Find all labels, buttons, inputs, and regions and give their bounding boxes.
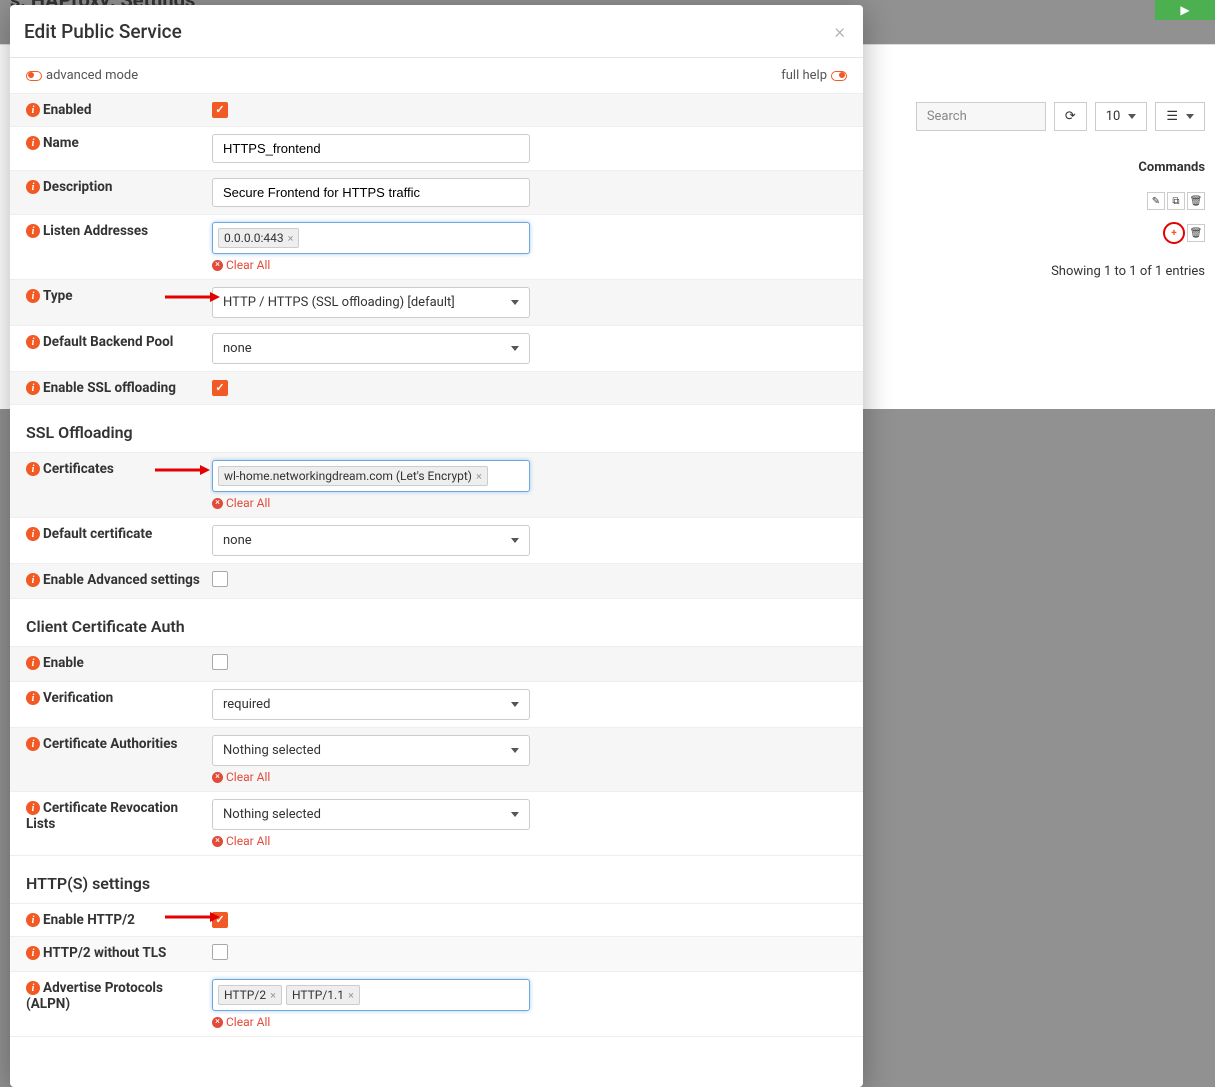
annotation-arrow — [165, 292, 215, 300]
chevron-down-icon — [511, 812, 519, 817]
annotation-arrow — [155, 465, 205, 473]
remove-token-icon[interactable]: × — [288, 232, 294, 245]
remove-token-icon[interactable]: × — [270, 989, 276, 1002]
label-ssl-offloading: Enable SSL offloading — [43, 380, 176, 396]
info-icon[interactable]: i — [26, 981, 40, 995]
annotation-arrow — [165, 912, 215, 920]
enabled-checkbox[interactable]: ✓ — [212, 102, 228, 118]
info-icon[interactable]: i — [26, 224, 40, 238]
clear-icon: × — [212, 772, 223, 783]
advanced-mode-toggle[interactable]: advanced mode — [26, 68, 138, 83]
alpn-token-http2[interactable]: HTTP/2× — [218, 985, 282, 1005]
info-icon[interactable]: i — [26, 946, 40, 960]
label-certificates: Certificates — [43, 461, 114, 477]
label-enable-http2: Enable HTTP/2 — [43, 912, 135, 928]
info-icon[interactable]: i — [26, 335, 40, 349]
ssl-offloading-checkbox[interactable]: ✓ — [212, 380, 228, 396]
label-listen: Listen Addresses — [43, 223, 148, 239]
info-icon[interactable]: i — [26, 381, 40, 395]
chevron-down-icon — [511, 346, 519, 351]
label-ca: Certificate Authorities — [43, 736, 177, 752]
crl-select[interactable]: Nothing selected — [212, 799, 530, 830]
clear-all-ca[interactable]: ×Clear All — [212, 770, 853, 784]
section-https-settings: HTTP(S) settings — [10, 856, 863, 904]
chevron-down-icon — [511, 300, 519, 305]
name-input[interactable] — [212, 134, 530, 163]
clear-all-crl[interactable]: ×Clear All — [212, 834, 853, 848]
info-icon[interactable]: i — [26, 656, 40, 670]
listen-token[interactable]: 0.0.0.0:443× — [218, 228, 299, 248]
ca-select[interactable]: Nothing selected — [212, 735, 530, 766]
alpn-input[interactable]: HTTP/2× HTTP/1.1× — [212, 979, 530, 1011]
label-cca-enable: Enable — [43, 655, 84, 671]
info-icon[interactable]: i — [26, 136, 40, 150]
chevron-down-icon — [511, 538, 519, 543]
info-icon[interactable]: i — [26, 737, 40, 751]
modal-title: Edit Public Service — [24, 20, 182, 43]
info-icon[interactable]: i — [26, 801, 40, 815]
certificate-token[interactable]: wl-home.networkingdream.com (Let's Encry… — [218, 466, 488, 486]
clear-icon: × — [212, 498, 223, 509]
info-icon[interactable]: i — [26, 289, 40, 303]
backend-select[interactable]: none — [212, 333, 530, 364]
http2-checkbox[interactable]: ✓ — [212, 912, 228, 928]
chevron-down-icon — [511, 748, 519, 753]
label-default-cert: Default certificate — [43, 526, 152, 542]
label-crl: Certificate Revocation Lists — [26, 800, 178, 832]
info-icon[interactable]: i — [26, 527, 40, 541]
chevron-down-icon — [511, 702, 519, 707]
label-description: Description — [43, 179, 112, 195]
clear-icon: × — [212, 1017, 223, 1028]
toggle-icon — [831, 71, 847, 81]
info-icon[interactable]: i — [26, 691, 40, 705]
clear-all-certs[interactable]: ×Clear All — [212, 496, 853, 510]
label-type: Type — [43, 288, 73, 304]
info-icon[interactable]: i — [26, 573, 40, 587]
alpn-token-http11[interactable]: HTTP/1.1× — [286, 985, 360, 1005]
section-ssl-offloading: SSL Offloading — [10, 405, 863, 453]
type-select[interactable]: HTTP / HTTPS (SSL offloading) [default] — [212, 287, 530, 318]
label-verification: Verification — [43, 690, 113, 706]
info-icon[interactable]: i — [26, 180, 40, 194]
clear-all-listen[interactable]: ×Clear All — [212, 258, 853, 272]
default-cert-select[interactable]: none — [212, 525, 530, 556]
listen-addresses-input[interactable]: 0.0.0.0:443× — [212, 222, 530, 254]
info-icon[interactable]: i — [26, 462, 40, 476]
info-icon[interactable]: i — [26, 103, 40, 117]
clear-all-alpn[interactable]: ×Clear All — [212, 1015, 853, 1029]
http2-notls-checkbox[interactable] — [212, 944, 228, 960]
remove-token-icon[interactable]: × — [476, 470, 482, 483]
remove-token-icon[interactable]: × — [348, 989, 354, 1002]
label-name: Name — [43, 135, 79, 151]
clear-icon: × — [212, 260, 223, 271]
info-icon[interactable]: i — [26, 913, 40, 927]
description-input[interactable] — [212, 178, 530, 207]
close-icon: × — [835, 19, 845, 43]
label-backend: Default Backend Pool — [43, 334, 173, 350]
label-http2-no-tls: HTTP/2 without TLS — [43, 945, 166, 961]
toggle-icon — [26, 71, 42, 81]
clear-icon: × — [212, 836, 223, 847]
label-enable-advanced: Enable Advanced settings — [43, 572, 200, 588]
label-alpn: Advertise Protocols (ALPN) — [26, 980, 163, 1012]
close-button[interactable]: × — [835, 19, 845, 43]
edit-modal: Edit Public Service × advanced mode full… — [10, 5, 863, 1087]
full-help-toggle[interactable]: full help — [781, 68, 847, 83]
verification-select[interactable]: required — [212, 689, 530, 720]
advanced-settings-checkbox[interactable] — [212, 571, 228, 587]
cca-enable-checkbox[interactable] — [212, 654, 228, 670]
modal-backdrop: Edit Public Service × advanced mode full… — [0, 0, 1215, 1087]
certificates-input[interactable]: wl-home.networkingdream.com (Let's Encry… — [212, 460, 530, 492]
section-client-cert-auth: Client Certificate Auth — [10, 599, 863, 647]
label-enabled: Enabled — [43, 102, 91, 118]
